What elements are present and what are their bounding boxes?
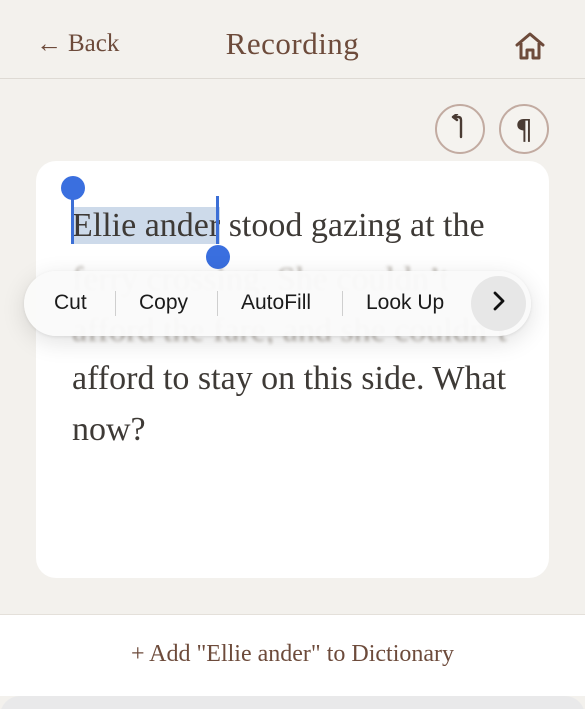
menu-copy[interactable]: Copy <box>139 291 188 315</box>
menu-separator <box>217 291 218 316</box>
selected-text[interactable]: Ellie ander <box>72 207 221 244</box>
selection-end-handle-line[interactable] <box>216 196 219 244</box>
menu-cut[interactable]: Cut <box>54 291 87 315</box>
menu-next-button[interactable] <box>471 276 526 331</box>
home-icon[interactable] <box>514 31 546 61</box>
chevron-right-icon <box>491 290 507 318</box>
keyboard-sheet <box>0 696 585 709</box>
menu-autofill[interactable]: AutoFill <box>241 291 311 315</box>
paragraph-button[interactable]: ¶ <box>499 104 549 154</box>
menu-separator <box>342 291 343 316</box>
paragraph-icon: ¶ <box>515 112 533 146</box>
text-line-5: now? <box>72 411 146 448</box>
header: ← Back Recording <box>0 0 585 79</box>
selection-start-handle[interactable] <box>61 176 85 200</box>
line-1-rest: stood gazing at the <box>220 207 485 244</box>
menu-separator <box>115 291 116 316</box>
add-to-dictionary-button[interactable]: + Add "Ellie ander" to Dictionary <box>0 641 585 668</box>
undo-button[interactable] <box>435 104 485 154</box>
text-line-1: Ellie ander stood gazing at the <box>72 200 522 251</box>
context-menu: Cut Copy AutoFill Look Up <box>24 271 531 336</box>
menu-look-up[interactable]: Look Up <box>366 291 444 315</box>
page-title: Recording <box>225 26 360 61</box>
undo-icon <box>449 112 471 145</box>
selection-end-handle[interactable] <box>206 245 230 269</box>
text-line-4: afford to stay on this side. What <box>72 360 507 397</box>
bottom-bar: + Add "Ellie ander" to Dictionary <box>0 614 585 696</box>
selection-start-handle-line[interactable] <box>71 196 74 244</box>
